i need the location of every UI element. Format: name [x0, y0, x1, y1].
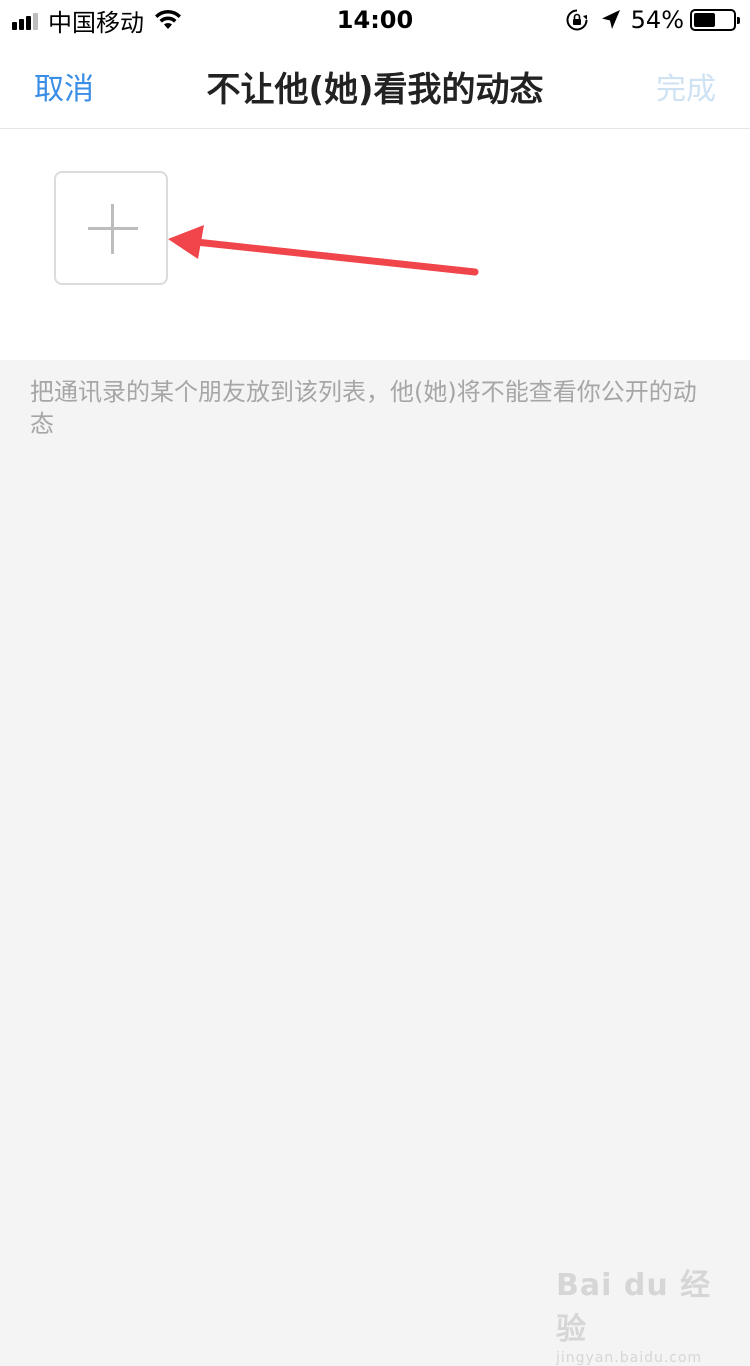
watermark-url: jingyan.baidu.com — [556, 1350, 703, 1366]
battery-fill — [694, 13, 715, 27]
annotation-arrow — [168, 225, 479, 276]
done-button[interactable]: 完成 — [656, 64, 716, 108]
hint-text: 把通讯录的某个朋友放到该列表，他(她)将不能查看你公开的动态 — [30, 378, 697, 438]
add-member-button[interactable] — [54, 171, 168, 285]
orientation-lock-icon — [566, 9, 588, 31]
battery-percent: 54% — [630, 6, 684, 34]
status-bar: 中国移动 14:00 54% — [0, 0, 750, 40]
navigation-bar: 取消 不让他(她)看我的动态 完成 — [0, 40, 750, 129]
battery-icon — [690, 9, 740, 31]
status-right: 54% — [565, 6, 740, 34]
location-icon — [601, 10, 620, 29]
page-title: 不让他(她)看我的动态 — [206, 70, 544, 110]
watermark-logo: Bai du 经验 — [556, 1268, 712, 1347]
watermark: Bai du 经验 jingyan.baidu.com — [556, 1260, 716, 1366]
